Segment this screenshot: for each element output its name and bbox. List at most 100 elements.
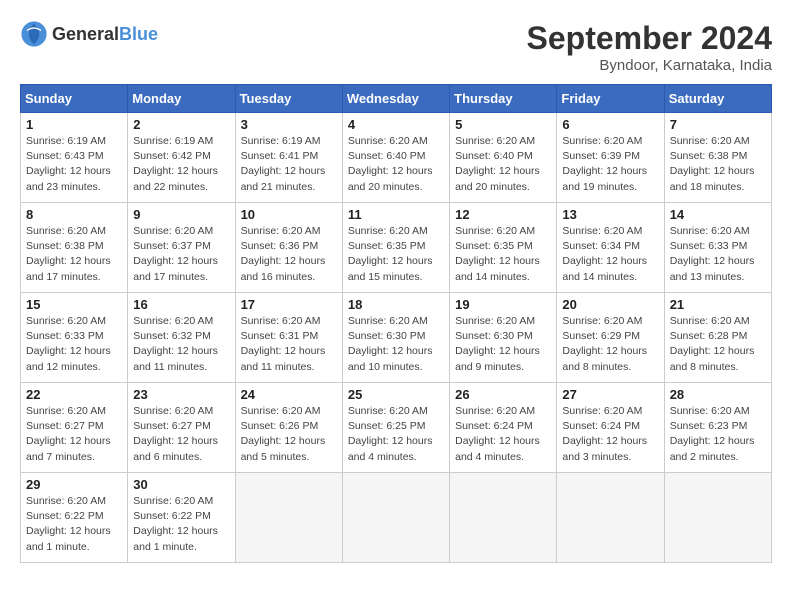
title-block: September 2024 Byndoor, Karnataka, India bbox=[527, 20, 772, 74]
day-info: Sunrise: 6:20 AM Sunset: 6:24 PM Dayligh… bbox=[455, 404, 551, 465]
header-monday: Monday bbox=[128, 85, 235, 113]
location: Byndoor, Karnataka, India bbox=[527, 57, 772, 74]
calendar: Sunday Monday Tuesday Wednesday Thursday… bbox=[20, 84, 772, 563]
table-row: 15 Sunrise: 6:20 AM Sunset: 6:33 PM Dayl… bbox=[21, 293, 128, 383]
calendar-row: 29 Sunrise: 6:20 AM Sunset: 6:22 PM Dayl… bbox=[21, 473, 772, 563]
logo-icon bbox=[20, 20, 48, 48]
day-number: 18 bbox=[348, 297, 444, 312]
day-number: 23 bbox=[133, 387, 229, 402]
day-number: 28 bbox=[670, 387, 766, 402]
day-info: Sunrise: 6:20 AM Sunset: 6:31 PM Dayligh… bbox=[241, 314, 337, 375]
day-info: Sunrise: 6:20 AM Sunset: 6:40 PM Dayligh… bbox=[348, 134, 444, 195]
day-info: Sunrise: 6:20 AM Sunset: 6:26 PM Dayligh… bbox=[241, 404, 337, 465]
table-row: 7 Sunrise: 6:20 AM Sunset: 6:38 PM Dayli… bbox=[664, 113, 771, 203]
day-number: 25 bbox=[348, 387, 444, 402]
day-number: 13 bbox=[562, 207, 658, 222]
day-info: Sunrise: 6:20 AM Sunset: 6:33 PM Dayligh… bbox=[670, 224, 766, 285]
table-row: 6 Sunrise: 6:20 AM Sunset: 6:39 PM Dayli… bbox=[557, 113, 664, 203]
day-number: 17 bbox=[241, 297, 337, 312]
table-row: 17 Sunrise: 6:20 AM Sunset: 6:31 PM Dayl… bbox=[235, 293, 342, 383]
day-info: Sunrise: 6:20 AM Sunset: 6:25 PM Dayligh… bbox=[348, 404, 444, 465]
table-row: 26 Sunrise: 6:20 AM Sunset: 6:24 PM Dayl… bbox=[450, 383, 557, 473]
day-info: Sunrise: 6:20 AM Sunset: 6:23 PM Dayligh… bbox=[670, 404, 766, 465]
day-info: Sunrise: 6:20 AM Sunset: 6:36 PM Dayligh… bbox=[241, 224, 337, 285]
day-number: 4 bbox=[348, 117, 444, 132]
day-info: Sunrise: 6:20 AM Sunset: 6:37 PM Dayligh… bbox=[133, 224, 229, 285]
day-number: 14 bbox=[670, 207, 766, 222]
calendar-row: 1 Sunrise: 6:19 AM Sunset: 6:43 PM Dayli… bbox=[21, 113, 772, 203]
header-thursday: Thursday bbox=[450, 85, 557, 113]
header-friday: Friday bbox=[557, 85, 664, 113]
logo-general: General bbox=[52, 24, 119, 44]
table-row: 14 Sunrise: 6:20 AM Sunset: 6:33 PM Dayl… bbox=[664, 203, 771, 293]
table-row: 24 Sunrise: 6:20 AM Sunset: 6:26 PM Dayl… bbox=[235, 383, 342, 473]
day-info: Sunrise: 6:20 AM Sunset: 6:35 PM Dayligh… bbox=[455, 224, 551, 285]
day-info: Sunrise: 6:20 AM Sunset: 6:22 PM Dayligh… bbox=[26, 494, 122, 555]
day-number: 2 bbox=[133, 117, 229, 132]
page-header: GeneralBlue September 2024 Byndoor, Karn… bbox=[20, 20, 772, 74]
day-info: Sunrise: 6:20 AM Sunset: 6:22 PM Dayligh… bbox=[133, 494, 229, 555]
day-info: Sunrise: 6:19 AM Sunset: 6:43 PM Dayligh… bbox=[26, 134, 122, 195]
day-info: Sunrise: 6:20 AM Sunset: 6:35 PM Dayligh… bbox=[348, 224, 444, 285]
day-number: 27 bbox=[562, 387, 658, 402]
day-number: 12 bbox=[455, 207, 551, 222]
table-row: 16 Sunrise: 6:20 AM Sunset: 6:32 PM Dayl… bbox=[128, 293, 235, 383]
month-year: September 2024 bbox=[527, 20, 772, 57]
table-row bbox=[342, 473, 449, 563]
table-row: 23 Sunrise: 6:20 AM Sunset: 6:27 PM Dayl… bbox=[128, 383, 235, 473]
day-info: Sunrise: 6:20 AM Sunset: 6:30 PM Dayligh… bbox=[455, 314, 551, 375]
day-number: 11 bbox=[348, 207, 444, 222]
header-saturday: Saturday bbox=[664, 85, 771, 113]
table-row: 28 Sunrise: 6:20 AM Sunset: 6:23 PM Dayl… bbox=[664, 383, 771, 473]
table-row: 2 Sunrise: 6:19 AM Sunset: 6:42 PM Dayli… bbox=[128, 113, 235, 203]
table-row: 9 Sunrise: 6:20 AM Sunset: 6:37 PM Dayli… bbox=[128, 203, 235, 293]
header-tuesday: Tuesday bbox=[235, 85, 342, 113]
table-row: 1 Sunrise: 6:19 AM Sunset: 6:43 PM Dayli… bbox=[21, 113, 128, 203]
table-row: 20 Sunrise: 6:20 AM Sunset: 6:29 PM Dayl… bbox=[557, 293, 664, 383]
day-number: 3 bbox=[241, 117, 337, 132]
day-info: Sunrise: 6:20 AM Sunset: 6:33 PM Dayligh… bbox=[26, 314, 122, 375]
table-row bbox=[450, 473, 557, 563]
table-row: 12 Sunrise: 6:20 AM Sunset: 6:35 PM Dayl… bbox=[450, 203, 557, 293]
day-number: 24 bbox=[241, 387, 337, 402]
day-number: 30 bbox=[133, 477, 229, 492]
day-info: Sunrise: 6:20 AM Sunset: 6:38 PM Dayligh… bbox=[26, 224, 122, 285]
table-row: 13 Sunrise: 6:20 AM Sunset: 6:34 PM Dayl… bbox=[557, 203, 664, 293]
table-row: 30 Sunrise: 6:20 AM Sunset: 6:22 PM Dayl… bbox=[128, 473, 235, 563]
table-row: 27 Sunrise: 6:20 AM Sunset: 6:24 PM Dayl… bbox=[557, 383, 664, 473]
day-info: Sunrise: 6:20 AM Sunset: 6:27 PM Dayligh… bbox=[26, 404, 122, 465]
day-info: Sunrise: 6:20 AM Sunset: 6:39 PM Dayligh… bbox=[562, 134, 658, 195]
calendar-row: 8 Sunrise: 6:20 AM Sunset: 6:38 PM Dayli… bbox=[21, 203, 772, 293]
day-info: Sunrise: 6:20 AM Sunset: 6:28 PM Dayligh… bbox=[670, 314, 766, 375]
day-info: Sunrise: 6:19 AM Sunset: 6:42 PM Dayligh… bbox=[133, 134, 229, 195]
table-row: 8 Sunrise: 6:20 AM Sunset: 6:38 PM Dayli… bbox=[21, 203, 128, 293]
day-number: 9 bbox=[133, 207, 229, 222]
table-row: 11 Sunrise: 6:20 AM Sunset: 6:35 PM Dayl… bbox=[342, 203, 449, 293]
header-wednesday: Wednesday bbox=[342, 85, 449, 113]
day-info: Sunrise: 6:20 AM Sunset: 6:27 PM Dayligh… bbox=[133, 404, 229, 465]
table-row: 22 Sunrise: 6:20 AM Sunset: 6:27 PM Dayl… bbox=[21, 383, 128, 473]
day-number: 19 bbox=[455, 297, 551, 312]
day-number: 20 bbox=[562, 297, 658, 312]
day-number: 8 bbox=[26, 207, 122, 222]
table-row: 21 Sunrise: 6:20 AM Sunset: 6:28 PM Dayl… bbox=[664, 293, 771, 383]
table-row: 5 Sunrise: 6:20 AM Sunset: 6:40 PM Dayli… bbox=[450, 113, 557, 203]
day-number: 7 bbox=[670, 117, 766, 132]
table-row: 29 Sunrise: 6:20 AM Sunset: 6:22 PM Dayl… bbox=[21, 473, 128, 563]
calendar-row: 22 Sunrise: 6:20 AM Sunset: 6:27 PM Dayl… bbox=[21, 383, 772, 473]
day-number: 22 bbox=[26, 387, 122, 402]
day-number: 16 bbox=[133, 297, 229, 312]
calendar-row: 15 Sunrise: 6:20 AM Sunset: 6:33 PM Dayl… bbox=[21, 293, 772, 383]
day-info: Sunrise: 6:20 AM Sunset: 6:38 PM Dayligh… bbox=[670, 134, 766, 195]
table-row bbox=[235, 473, 342, 563]
table-row: 4 Sunrise: 6:20 AM Sunset: 6:40 PM Dayli… bbox=[342, 113, 449, 203]
table-row: 18 Sunrise: 6:20 AM Sunset: 6:30 PM Dayl… bbox=[342, 293, 449, 383]
day-info: Sunrise: 6:20 AM Sunset: 6:29 PM Dayligh… bbox=[562, 314, 658, 375]
logo-blue: Blue bbox=[119, 24, 158, 44]
table-row: 10 Sunrise: 6:20 AM Sunset: 6:36 PM Dayl… bbox=[235, 203, 342, 293]
header-sunday: Sunday bbox=[21, 85, 128, 113]
table-row bbox=[664, 473, 771, 563]
table-row bbox=[557, 473, 664, 563]
day-info: Sunrise: 6:20 AM Sunset: 6:24 PM Dayligh… bbox=[562, 404, 658, 465]
day-info: Sunrise: 6:20 AM Sunset: 6:32 PM Dayligh… bbox=[133, 314, 229, 375]
